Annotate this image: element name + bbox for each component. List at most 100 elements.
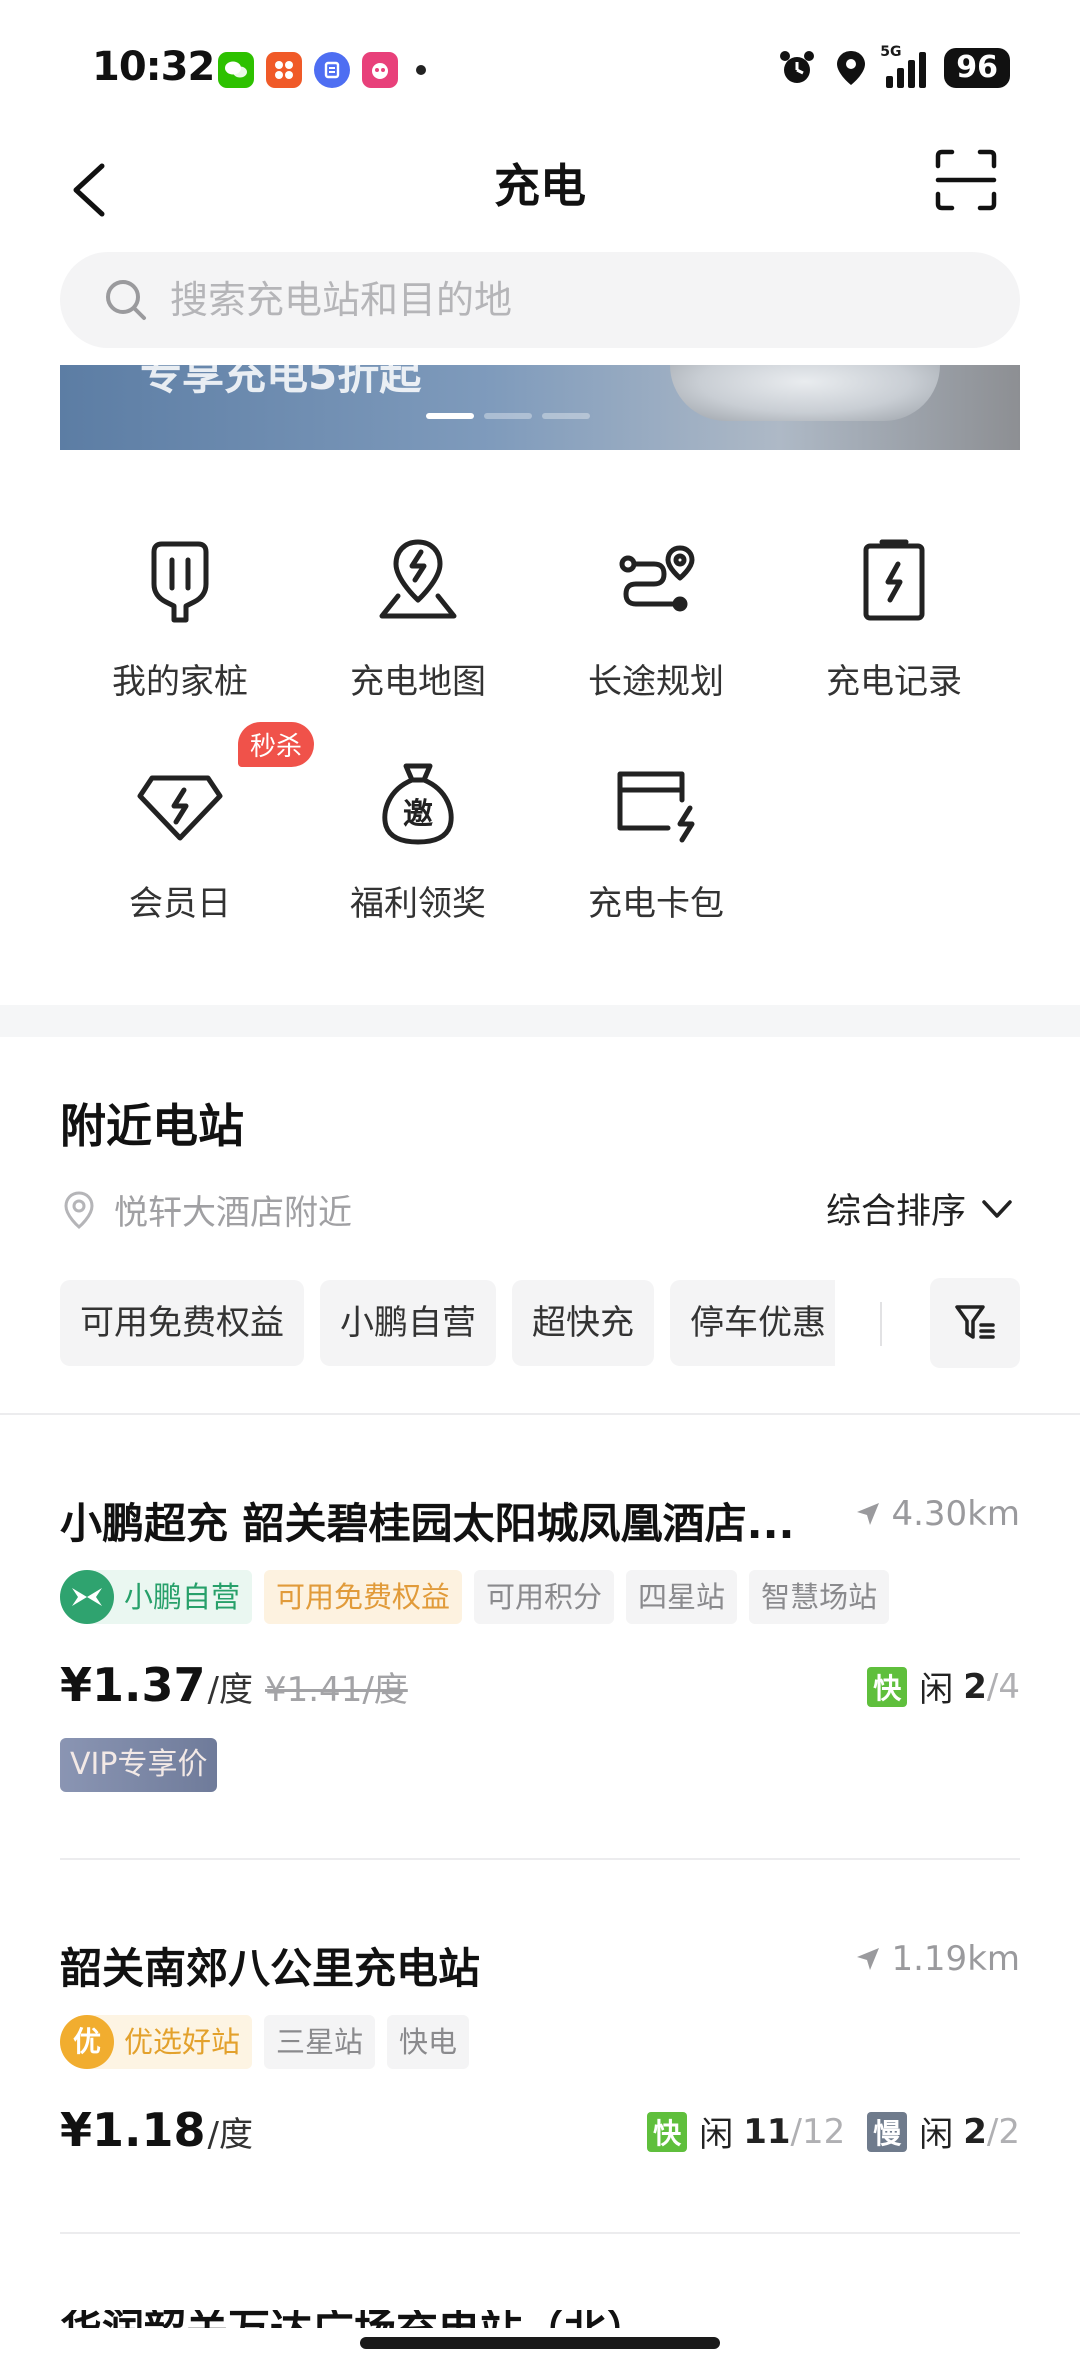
slow-availability: 慢 闲 2 /2 bbox=[867, 2107, 1020, 2156]
member-day-icon bbox=[137, 775, 223, 841]
station-distance: 4.30km bbox=[855, 1494, 1020, 1534]
func-label: 长途规划 bbox=[588, 662, 724, 702]
app-orange-icon bbox=[266, 52, 302, 88]
filter-chips: 可用免费权益 小鹏自营 超快充 停车优惠 bbox=[60, 1280, 835, 1366]
func-reward[interactable]: 邀 福利领奖 bbox=[298, 752, 538, 952]
func-charge-record[interactable]: 充电记录 bbox=[774, 530, 1014, 730]
fast-badge: 快 bbox=[867, 1666, 908, 1707]
search-input[interactable] bbox=[170, 278, 930, 322]
distance-text: 4.30km bbox=[891, 1494, 1020, 1534]
list-divider bbox=[0, 1413, 1080, 1415]
idle-label: 闲 bbox=[919, 1670, 954, 1710]
station-tag: 可用积分 bbox=[474, 1570, 615, 1624]
network-type-label: 5G bbox=[880, 44, 902, 60]
next-station-peek[interactable]: 华润韶关万达广场充电站（北） bbox=[60, 2310, 780, 2328]
idle-label: 闲 bbox=[699, 2115, 734, 2155]
nearby-title: 附近电站 bbox=[60, 1099, 244, 1153]
good-station-icon: 优 bbox=[60, 2015, 114, 2069]
func-label: 充电记录 bbox=[826, 662, 962, 702]
func-label: 充电卡包 bbox=[588, 884, 724, 924]
idle-count: 11 bbox=[743, 2111, 791, 2152]
station-distance: 1.19km bbox=[855, 1939, 1020, 1979]
func-label: 会员日 bbox=[129, 884, 231, 924]
filter-chip[interactable]: 停车优惠 bbox=[670, 1280, 835, 1366]
section-divider bbox=[0, 1005, 1080, 1037]
status-time: 10:32 bbox=[92, 44, 215, 90]
brand-tag-text: 小鹏自营 bbox=[124, 1580, 241, 1614]
charge-record-icon bbox=[863, 539, 925, 621]
page-title: 充电 bbox=[494, 159, 586, 213]
total-count: /2 bbox=[986, 2111, 1020, 2152]
filter-button[interactable] bbox=[930, 1278, 1020, 1368]
app-pink-icon bbox=[362, 52, 398, 88]
cellular-signal-icon: 5G bbox=[880, 44, 927, 88]
tieba-icon bbox=[314, 52, 350, 88]
sort-dropdown[interactable]: 综合排序 bbox=[826, 1183, 1014, 1234]
xpeng-logo-icon bbox=[60, 1570, 114, 1624]
banner-dot bbox=[542, 413, 590, 419]
banner-text: 专享充电5折起 bbox=[140, 365, 422, 399]
promo-banner[interactable]: 专享充电5折起 bbox=[60, 365, 1020, 450]
status-app-icons bbox=[218, 52, 426, 88]
price-row: ¥1.18 /度 bbox=[60, 2103, 253, 2157]
location-pin-icon bbox=[64, 1190, 94, 1229]
station-card[interactable]: 小鹏超充 韶关碧桂园太阳城凤凰酒店... 4.30km 小鹏自营 可用免费权益 … bbox=[60, 1490, 1020, 1792]
location-row[interactable]: 悦轩大酒店附近 bbox=[62, 1185, 352, 1234]
chevron-down-icon bbox=[982, 1199, 1012, 1218]
location-text: 悦轩大酒店附近 bbox=[114, 1193, 352, 1233]
home-indicator[interactable] bbox=[360, 2337, 720, 2349]
station-name: 韶关南郊八公里充电站 bbox=[60, 1944, 481, 1993]
func-card-wallet[interactable]: 充电卡包 bbox=[536, 752, 776, 952]
card-divider bbox=[60, 1858, 1020, 1860]
vip-price-badge: VIP专享价 bbox=[60, 1738, 218, 1792]
fast-availability: 快 闲 2 /4 bbox=[867, 1662, 1020, 1711]
scan-button[interactable] bbox=[934, 148, 998, 212]
header: 充电 bbox=[0, 140, 1080, 240]
idle-count: 2 bbox=[963, 1666, 987, 1707]
distance-text: 1.19km bbox=[891, 1939, 1020, 1979]
reward-bag-icon: 邀 bbox=[382, 763, 454, 845]
station-tag: 快电 bbox=[387, 2015, 470, 2069]
search-bar[interactable] bbox=[60, 252, 1020, 348]
scan-icon bbox=[935, 149, 997, 211]
func-home-charger[interactable]: 我的家桩 bbox=[60, 530, 300, 730]
charge-map-icon bbox=[379, 539, 457, 619]
availability: 快 闲 11 /12 慢 闲 2 /2 bbox=[647, 2107, 1020, 2156]
filter-icon bbox=[955, 1305, 995, 1339]
benefit-tag: 可用免费权益 bbox=[264, 1570, 463, 1624]
idle-count: 2 bbox=[963, 2111, 987, 2152]
func-label: 我的家桩 bbox=[112, 662, 248, 702]
good-station-tag: 优 优选好站 bbox=[60, 2015, 253, 2069]
filter-chip[interactable]: 可用免费权益 bbox=[60, 1280, 304, 1366]
station-card[interactable]: 韶关南郊八公里充电站 1.19km 优 优选好站 三星站 快电 ¥1.18 /度… bbox=[60, 1935, 1020, 2175]
status-bar: 10:32 5G 96 bbox=[0, 0, 1080, 140]
sort-label: 综合排序 bbox=[825, 1192, 966, 1232]
station-tags: 小鹏自营 可用免费权益 可用积分 四星站 智慧场站 bbox=[60, 1570, 890, 1624]
func-route-plan[interactable]: 长途规划 bbox=[536, 530, 776, 730]
banner-car-image bbox=[670, 365, 940, 421]
station-tag: 智慧场站 bbox=[749, 1570, 890, 1624]
func-label: 福利领奖 bbox=[350, 884, 486, 924]
battery-indicator: 96 bbox=[944, 48, 1010, 88]
price-unit: /度 bbox=[207, 2115, 253, 2155]
filter-chip[interactable]: 小鹏自营 bbox=[320, 1280, 496, 1366]
brand-tag: 小鹏自营 bbox=[60, 1570, 253, 1624]
total-count: /12 bbox=[790, 2111, 846, 2152]
location-icon bbox=[837, 51, 866, 85]
navigation-arrow-icon bbox=[857, 1503, 880, 1525]
next-station-name: 华润韶关万达广场充电站（北） bbox=[60, 2310, 780, 2328]
alarm-icon bbox=[780, 51, 815, 83]
reward-bag-text: 邀 bbox=[403, 797, 433, 832]
home-charger-icon bbox=[151, 541, 209, 623]
func-member-day[interactable]: 秒杀 会员日 bbox=[60, 722, 315, 952]
wechat-icon bbox=[218, 52, 254, 88]
notification-more-dot bbox=[416, 65, 426, 75]
price-value: ¥1.37 bbox=[60, 1658, 206, 1712]
slow-badge: 慢 bbox=[867, 2111, 908, 2152]
filter-chip[interactable]: 超快充 bbox=[512, 1280, 654, 1366]
idle-label: 闲 bbox=[919, 2115, 954, 2155]
banner-pagination bbox=[426, 413, 590, 419]
func-label: 充电地图 bbox=[350, 662, 486, 702]
func-charge-map[interactable]: 充电地图 bbox=[298, 530, 538, 730]
fast-badge: 快 bbox=[647, 2111, 688, 2152]
